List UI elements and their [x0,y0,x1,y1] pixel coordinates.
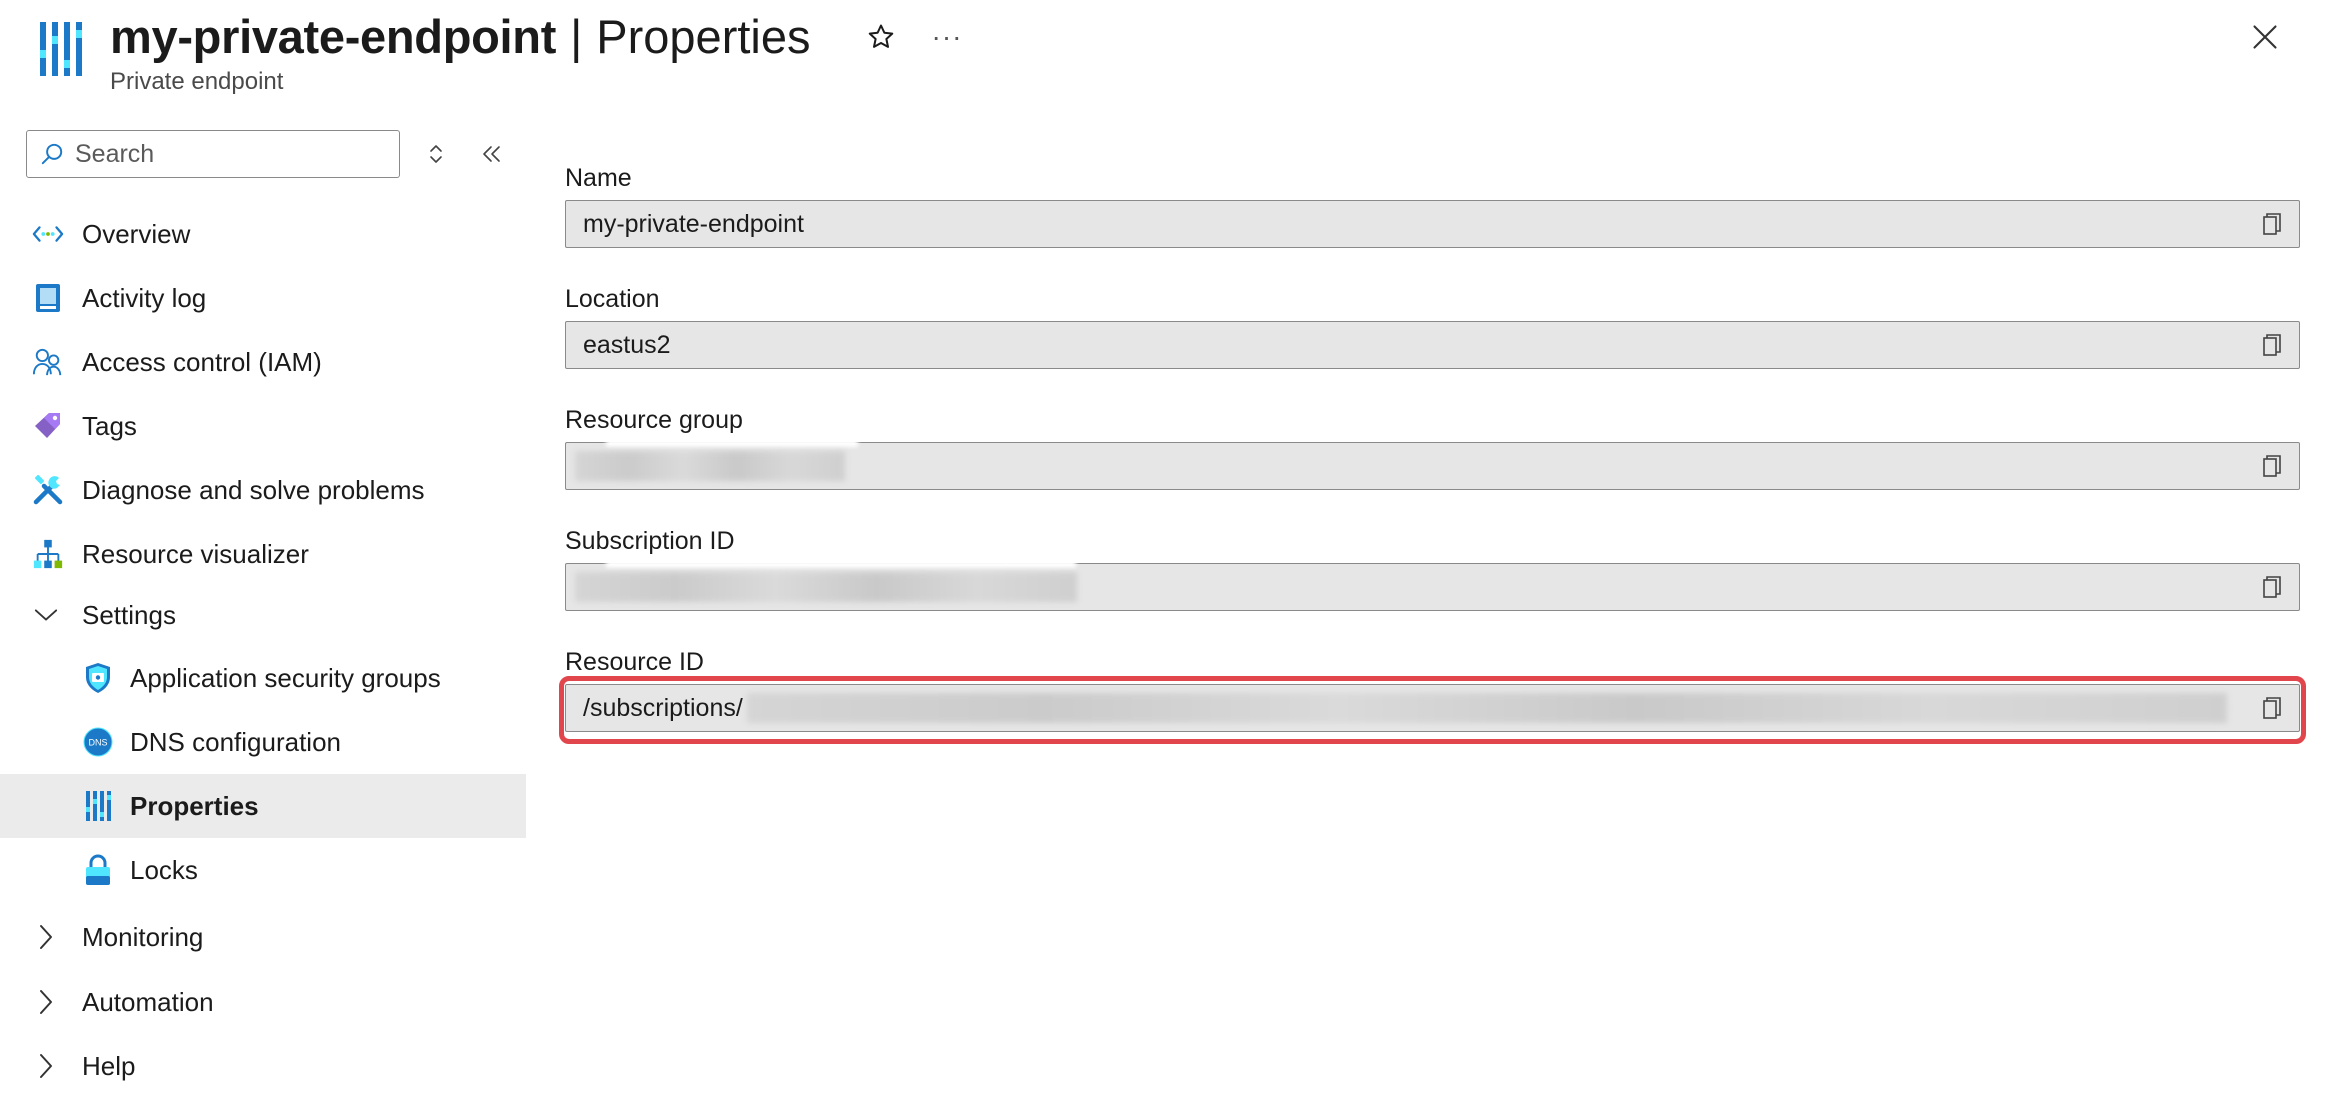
copy-icon [2263,576,2281,598]
star-icon [868,24,894,48]
favorite-button[interactable] [862,18,900,56]
sidebar-item-iam[interactable]: Access control (IAM) [0,330,526,394]
sidebar-group-help[interactable]: Help [0,1034,526,1098]
sidebar-group-settings[interactable]: Settings [0,586,526,644]
sidebar-item-label: Diagnose and solve problems [82,474,425,505]
dns-icon-text: DNS [88,738,107,748]
sidebar-group-label: Automation [82,986,214,1017]
sidebar: Overview Activity log [0,110,526,1102]
activity-log-icon [32,282,64,314]
chevron-right-icon [34,1054,58,1078]
field-subscription-id: Subscription ID [565,523,2300,611]
chevron-right-icon [34,990,58,1014]
tag-icon [32,410,64,442]
resource-name: my-private-endpoint [110,9,557,63]
name-field[interactable]: my-private-endpoint [565,200,2300,248]
sidebar-item-overview[interactable]: Overview [0,202,526,266]
sidebar-item-resource-visualizer[interactable]: Resource visualizer [0,522,526,586]
field-label: Resource group [565,406,743,434]
sidebar-item-activity-log[interactable]: Activity log [0,266,526,330]
sidebar-group-label: Monitoring [82,921,204,952]
sort-button[interactable] [418,136,454,172]
more-options-button[interactable]: ··· [928,18,966,56]
field-label: Subscription ID [565,527,735,555]
search-icon [41,143,63,165]
sidebar-item-locks[interactable]: Locks [0,838,526,902]
field-name: Name my-private-endpoint [565,160,2300,248]
sort-icon [430,145,442,163]
copy-icon [2263,455,2281,477]
lock-icon [82,854,114,886]
copy-icon [2263,334,2281,356]
search-box[interactable] [26,130,400,178]
sidebar-item-label: Overview [82,218,191,249]
close-button[interactable] [2244,16,2286,58]
copy-icon [2263,213,2281,235]
field-value[interactable]: eastus2 [583,331,671,360]
sidebar-item-label: Properties [130,790,259,821]
location-field[interactable]: eastus2 [565,321,2300,369]
sidebar-item-dns-configuration[interactable]: DNS DNS configuration [0,710,526,774]
shield-icon [82,662,114,694]
sidebar-group-monitoring[interactable]: Monitoring [0,904,526,970]
page-header: my-private-endpoint | Properties ··· Pri… [0,0,2326,110]
sidebar-item-label: Resource visualizer [82,538,309,569]
wrench-icon [32,474,64,506]
sidebar-item-diagnose[interactable]: Diagnose and solve problems [0,458,526,522]
subscription-id-field[interactable] [565,560,2300,611]
sidebar-item-label: Access control (IAM) [82,346,322,377]
sidebar-group-label: Settings [82,599,176,630]
copy-button[interactable] [2257,572,2287,602]
field-location: Location eastus2 [565,281,2300,369]
properties-icon [82,790,114,822]
redaction-highlight [606,560,1076,568]
copy-button[interactable] [2257,330,2287,360]
field-label: Name [565,164,632,192]
chevron-right-icon [34,925,58,949]
field-label: Resource ID [565,648,704,676]
collapse-sidebar-button[interactable] [474,136,510,172]
redacted-value [575,572,1077,602]
sidebar-nav: Overview Activity log Access control (IA… [0,202,526,1098]
page-title: my-private-endpoint | Properties [110,6,811,66]
sidebar-item-properties[interactable]: Properties [0,774,526,838]
title-separator: | [570,9,583,63]
sidebar-item-tags[interactable]: Tags [0,394,526,458]
visualizer-icon [32,538,64,570]
more-icon: ··· [931,21,963,52]
sidebar-item-label: Locks [130,854,198,885]
field-value[interactable]: /subscriptions/ [583,694,743,723]
chevron-down-icon [34,603,58,627]
resource-id-field[interactable]: /subscriptions/ [565,684,2300,732]
double-chevron-left-icon [483,146,500,162]
redacted-value [746,693,2227,723]
copy-icon [2263,697,2281,719]
resource-group-field[interactable] [565,439,2300,490]
properties-icon [38,20,84,78]
sidebar-item-label: Tags [82,410,137,441]
copy-button[interactable] [2257,451,2287,481]
sidebar-item-application-security-groups[interactable]: Application security groups [0,646,526,710]
redaction-highlight [606,439,858,447]
field-resource-group: Resource group [565,402,2300,490]
copy-button[interactable] [2257,693,2287,723]
sidebar-item-label: Activity log [82,282,207,313]
sidebar-group-automation[interactable]: Automation [0,970,526,1034]
search-input[interactable] [75,139,395,169]
section-title: Properties [596,9,811,63]
sidebar-item-label: Application security groups [130,662,441,693]
field-label: Location [565,285,660,313]
sidebar-group-label: Help [82,1050,136,1081]
page-subtitle: Private endpoint [110,68,284,95]
iam-icon [32,346,64,378]
redacted-value [575,451,845,481]
field-value[interactable]: my-private-endpoint [583,210,804,239]
sidebar-item-label: DNS configuration [130,726,341,757]
close-icon [2253,25,2277,49]
dns-icon: DNS [82,726,114,758]
overview-icon [32,218,64,250]
field-resource-id: Resource ID /subscriptions/ [559,644,2306,744]
copy-button[interactable] [2257,209,2287,239]
